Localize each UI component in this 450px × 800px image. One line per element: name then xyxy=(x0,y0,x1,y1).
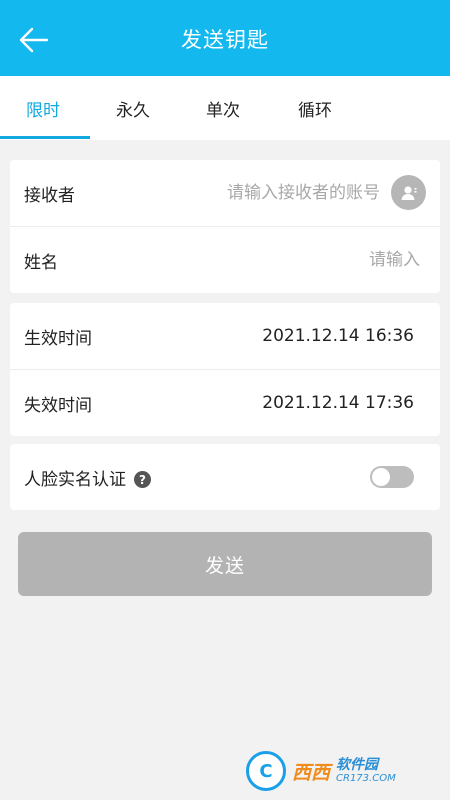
recipient-card: 接收者 姓名 xyxy=(10,160,440,293)
watermark-main: 西西 xyxy=(292,761,331,784)
tab-time-limited[interactable]: 限时 xyxy=(26,96,60,121)
active-tab-indicator xyxy=(0,136,90,139)
validity-card: 生效时间 2021.12.14 16:36 失效时间 2021.12.14 17… xyxy=(10,303,440,436)
end-time-row[interactable]: 失效时间 2021.12.14 17:36 xyxy=(10,369,440,436)
select-contact-button[interactable] xyxy=(391,175,426,210)
face-auth-toggle[interactable] xyxy=(370,466,414,488)
face-auth-card: 人脸实名认证? xyxy=(10,444,440,510)
name-input[interactable] xyxy=(218,249,422,271)
receiver-label: 接收者 xyxy=(24,185,75,206)
name-row: 姓名 xyxy=(10,226,440,293)
face-auth-label: 人脸实名认证 xyxy=(24,469,126,490)
app-header: 发送钥匙 xyxy=(0,0,450,76)
send-button[interactable]: 发送 xyxy=(18,532,432,596)
face-auth-label-wrap: 人脸实名认证? xyxy=(24,465,151,490)
end-time-label: 失效时间 xyxy=(24,395,92,416)
tab-bar: 限时 永久 单次 循环 xyxy=(0,76,450,140)
start-time-label: 生效时间 xyxy=(24,328,92,349)
receiver-row: 接收者 xyxy=(10,160,440,226)
watermark-c-icon: C xyxy=(246,751,286,791)
contact-person-icon xyxy=(401,185,416,200)
start-time-row[interactable]: 生效时间 2021.12.14 16:36 xyxy=(10,303,440,369)
help-icon[interactable]: ? xyxy=(134,471,151,488)
watermark-sub2: CR173.COM xyxy=(336,773,396,785)
watermark-sub: 软件园 CR173.COM xyxy=(336,756,396,785)
tab-recurring[interactable]: 循环 xyxy=(298,96,332,121)
tab-permanent[interactable]: 永久 xyxy=(116,96,150,121)
name-label: 姓名 xyxy=(24,252,58,273)
watermark-sub1: 软件园 xyxy=(336,756,379,773)
toggle-knob xyxy=(372,468,390,486)
page-title: 发送钥匙 xyxy=(181,28,269,52)
tab-single-use[interactable]: 单次 xyxy=(206,96,240,121)
end-time-value[interactable]: 2021.12.14 17:36 xyxy=(262,393,414,413)
start-time-value[interactable]: 2021.12.14 16:36 xyxy=(262,326,414,346)
face-auth-row: 人脸实名认证? xyxy=(10,444,440,510)
watermark-logo: C 西西 软件园 CR173.COM xyxy=(246,748,442,794)
receiver-input[interactable] xyxy=(138,182,382,204)
